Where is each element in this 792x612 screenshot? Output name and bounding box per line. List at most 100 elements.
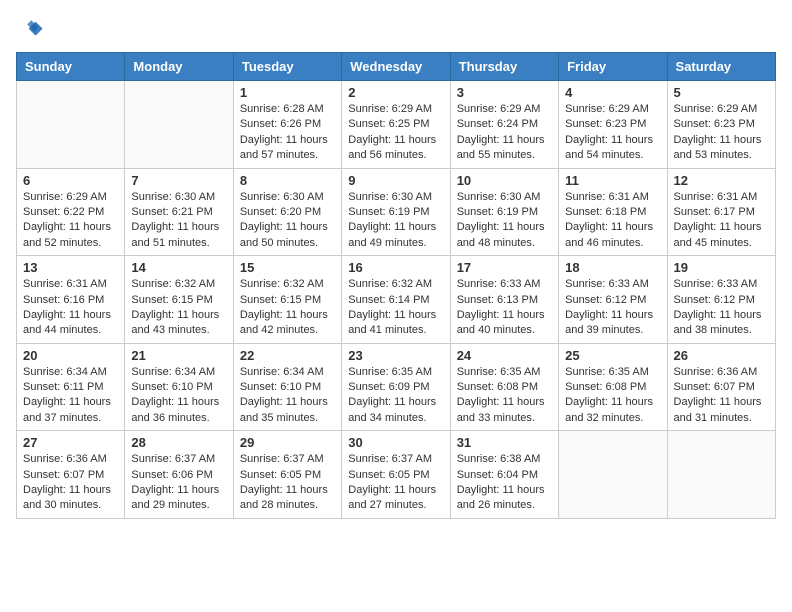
calendar-cell: 10 Sunrise: 6:30 AM Sunset: 6:19 PM Dayli… <box>450 168 558 256</box>
week-row-1: 1 Sunrise: 6:28 AM Sunset: 6:26 PM Daylig… <box>17 81 776 169</box>
calendar-cell: 8 Sunrise: 6:30 AM Sunset: 6:20 PM Daylig… <box>233 168 341 256</box>
calendar-cell <box>17 81 125 169</box>
day-info: Sunrise: 6:32 AM Sunset: 6:14 PM Dayligh… <box>348 277 443 339</box>
weekday-header-sunday: Sunday <box>17 53 125 81</box>
day-number: 27 <box>23 435 118 450</box>
day-info: Sunrise: 6:29 AM Sunset: 6:22 PM Dayligh… <box>23 190 118 252</box>
calendar-cell: 6 Sunrise: 6:29 AM Sunset: 6:22 PM Daylig… <box>17 168 125 256</box>
day-info: Sunrise: 6:37 AM Sunset: 6:06 PM Dayligh… <box>131 452 226 514</box>
calendar-cell: 30 Sunrise: 6:37 AM Sunset: 6:05 PM Dayli… <box>342 431 450 519</box>
day-info: Sunrise: 6:31 AM Sunset: 6:17 PM Dayligh… <box>674 190 769 252</box>
day-info: Sunrise: 6:37 AM Sunset: 6:05 PM Dayligh… <box>348 452 443 514</box>
day-number: 2 <box>348 85 443 100</box>
calendar-cell <box>125 81 233 169</box>
day-number: 19 <box>674 260 769 275</box>
day-info: Sunrise: 6:29 AM Sunset: 6:24 PM Dayligh… <box>457 102 552 164</box>
day-number: 4 <box>565 85 660 100</box>
day-number: 26 <box>674 348 769 363</box>
day-number: 14 <box>131 260 226 275</box>
day-number: 13 <box>23 260 118 275</box>
day-number: 3 <box>457 85 552 100</box>
day-number: 22 <box>240 348 335 363</box>
day-number: 29 <box>240 435 335 450</box>
calendar-cell: 20Sunrise: 6:34 AM Sunset: 6:11 PM Dayli… <box>17 343 125 431</box>
day-info: Sunrise: 6:35 AM Sunset: 6:09 PM Dayligh… <box>348 365 443 427</box>
calendar-cell: 25Sunrise: 6:35 AM Sunset: 6:08 PM Dayli… <box>559 343 667 431</box>
day-number: 6 <box>23 173 118 188</box>
day-number: 16 <box>348 260 443 275</box>
day-number: 21 <box>131 348 226 363</box>
weekday-header-monday: Monday <box>125 53 233 81</box>
calendar-cell: 7 Sunrise: 6:30 AM Sunset: 6:21 PM Daylig… <box>125 168 233 256</box>
calendar-cell: 17 Sunrise: 6:33 AM Sunset: 6:13 PM Dayli… <box>450 256 558 344</box>
page-header <box>16 16 776 44</box>
calendar-cell: 9Sunrise: 6:30 AM Sunset: 6:19 PM Daylig… <box>342 168 450 256</box>
day-info: Sunrise: 6:28 AM Sunset: 6:26 PM Dayligh… <box>240 102 335 164</box>
calendar-cell: 26 Sunrise: 6:36 AM Sunset: 6:07 PM Dayli… <box>667 343 775 431</box>
week-row-4: 20Sunrise: 6:34 AM Sunset: 6:11 PM Dayli… <box>17 343 776 431</box>
day-info: Sunrise: 6:30 AM Sunset: 6:19 PM Dayligh… <box>348 190 443 252</box>
day-info: Sunrise: 6:34 AM Sunset: 6:10 PM Dayligh… <box>131 365 226 427</box>
day-number: 11 <box>565 173 660 188</box>
day-number: 5 <box>674 85 769 100</box>
day-info: Sunrise: 6:33 AM Sunset: 6:12 PM Dayligh… <box>674 277 769 339</box>
calendar-cell: 5Sunrise: 6:29 AM Sunset: 6:23 PM Daylig… <box>667 81 775 169</box>
calendar-cell: 21 Sunrise: 6:34 AM Sunset: 6:10 PM Dayli… <box>125 343 233 431</box>
calendar-table: SundayMondayTuesdayWednesdayThursdayFrid… <box>16 52 776 519</box>
calendar-cell: 4 Sunrise: 6:29 AM Sunset: 6:23 PM Daylig… <box>559 81 667 169</box>
day-info: Sunrise: 6:33 AM Sunset: 6:13 PM Dayligh… <box>457 277 552 339</box>
weekday-header-thursday: Thursday <box>450 53 558 81</box>
logo <box>16 16 48 44</box>
day-info: Sunrise: 6:35 AM Sunset: 6:08 PM Dayligh… <box>565 365 660 427</box>
calendar-cell: 3 Sunrise: 6:29 AM Sunset: 6:24 PM Daylig… <box>450 81 558 169</box>
day-info: Sunrise: 6:32 AM Sunset: 6:15 PM Dayligh… <box>240 277 335 339</box>
day-info: Sunrise: 6:35 AM Sunset: 6:08 PM Dayligh… <box>457 365 552 427</box>
day-number: 17 <box>457 260 552 275</box>
weekday-header-friday: Friday <box>559 53 667 81</box>
day-info: Sunrise: 6:31 AM Sunset: 6:18 PM Dayligh… <box>565 190 660 252</box>
calendar-cell: 27Sunrise: 6:36 AM Sunset: 6:07 PM Dayli… <box>17 431 125 519</box>
general-blue-logo-icon <box>16 16 44 44</box>
day-info: Sunrise: 6:37 AM Sunset: 6:05 PM Dayligh… <box>240 452 335 514</box>
weekday-header-row: SundayMondayTuesdayWednesdayThursdayFrid… <box>17 53 776 81</box>
calendar-cell: 1 Sunrise: 6:28 AM Sunset: 6:26 PM Daylig… <box>233 81 341 169</box>
day-info: Sunrise: 6:31 AM Sunset: 6:16 PM Dayligh… <box>23 277 118 339</box>
calendar-cell: 29 Sunrise: 6:37 AM Sunset: 6:05 PM Dayli… <box>233 431 341 519</box>
day-info: Sunrise: 6:38 AM Sunset: 6:04 PM Dayligh… <box>457 452 552 514</box>
day-number: 28 <box>131 435 226 450</box>
day-info: Sunrise: 6:30 AM Sunset: 6:21 PM Dayligh… <box>131 190 226 252</box>
day-info: Sunrise: 6:32 AM Sunset: 6:15 PM Dayligh… <box>131 277 226 339</box>
calendar-cell: 16 Sunrise: 6:32 AM Sunset: 6:14 PM Dayli… <box>342 256 450 344</box>
calendar-cell: 31 Sunrise: 6:38 AM Sunset: 6:04 PM Dayli… <box>450 431 558 519</box>
calendar-cell: 24 Sunrise: 6:35 AM Sunset: 6:08 PM Dayli… <box>450 343 558 431</box>
day-number: 8 <box>240 173 335 188</box>
day-number: 10 <box>457 173 552 188</box>
day-info: Sunrise: 6:29 AM Sunset: 6:23 PM Dayligh… <box>565 102 660 164</box>
day-info: Sunrise: 6:30 AM Sunset: 6:19 PM Dayligh… <box>457 190 552 252</box>
day-number: 24 <box>457 348 552 363</box>
day-number: 12 <box>674 173 769 188</box>
weekday-header-saturday: Saturday <box>667 53 775 81</box>
calendar-cell <box>559 431 667 519</box>
week-row-2: 6 Sunrise: 6:29 AM Sunset: 6:22 PM Daylig… <box>17 168 776 256</box>
calendar-cell: 2Sunrise: 6:29 AM Sunset: 6:25 PM Daylig… <box>342 81 450 169</box>
weekday-header-tuesday: Tuesday <box>233 53 341 81</box>
week-row-3: 13 Sunrise: 6:31 AM Sunset: 6:16 PM Dayli… <box>17 256 776 344</box>
day-number: 15 <box>240 260 335 275</box>
calendar-cell: 22 Sunrise: 6:34 AM Sunset: 6:10 PM Dayli… <box>233 343 341 431</box>
day-number: 1 <box>240 85 335 100</box>
calendar-cell: 15 Sunrise: 6:32 AM Sunset: 6:15 PM Dayli… <box>233 256 341 344</box>
weekday-header-wednesday: Wednesday <box>342 53 450 81</box>
day-info: Sunrise: 6:33 AM Sunset: 6:12 PM Dayligh… <box>565 277 660 339</box>
day-info: Sunrise: 6:34 AM Sunset: 6:10 PM Dayligh… <box>240 365 335 427</box>
day-number: 7 <box>131 173 226 188</box>
day-info: Sunrise: 6:36 AM Sunset: 6:07 PM Dayligh… <box>674 365 769 427</box>
calendar-cell: 18Sunrise: 6:33 AM Sunset: 6:12 PM Dayli… <box>559 256 667 344</box>
day-number: 30 <box>348 435 443 450</box>
calendar-cell: 12 Sunrise: 6:31 AM Sunset: 6:17 PM Dayli… <box>667 168 775 256</box>
day-number: 31 <box>457 435 552 450</box>
calendar-cell: 13 Sunrise: 6:31 AM Sunset: 6:16 PM Dayli… <box>17 256 125 344</box>
calendar-cell: 14 Sunrise: 6:32 AM Sunset: 6:15 PM Dayli… <box>125 256 233 344</box>
calendar-cell: 28 Sunrise: 6:37 AM Sunset: 6:06 PM Dayli… <box>125 431 233 519</box>
day-info: Sunrise: 6:30 AM Sunset: 6:20 PM Dayligh… <box>240 190 335 252</box>
